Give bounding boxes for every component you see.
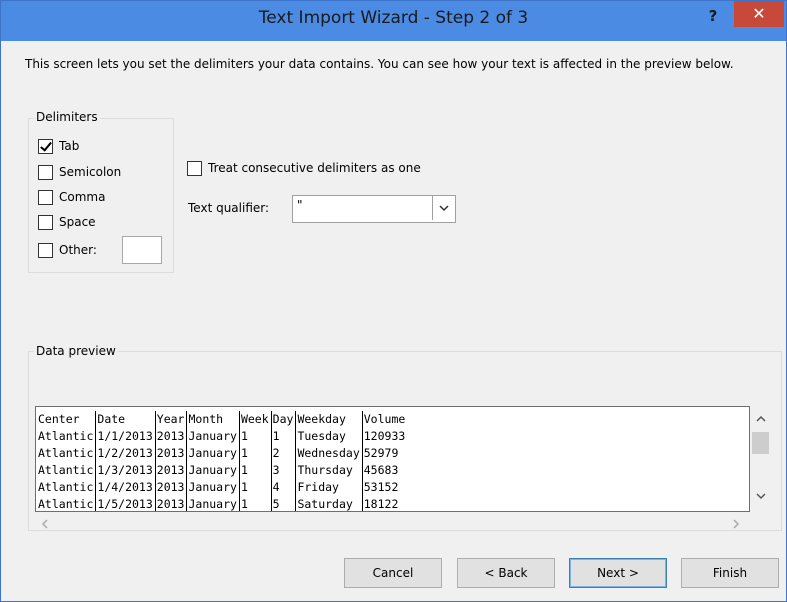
table-row: Atlantic 1/4/2013 2013 January 1 4 Friday 53152 xyxy=(37,479,408,496)
title-bar[interactable]: Text Import Wizard - Step 2 of 3 ? ✕ xyxy=(1,1,786,41)
table-cell: 1 xyxy=(238,479,272,496)
table-cell: 1 xyxy=(238,462,272,479)
table-cell: Atlantic xyxy=(38,446,94,460)
vertical-scroll-thumb[interactable] xyxy=(752,432,769,454)
table-row: Center Date Year Month Week Day Weekday Volume xyxy=(37,411,408,428)
table-cell: 2013 xyxy=(154,479,187,496)
table-cell: 2013 xyxy=(154,462,187,479)
table-cell: 5 xyxy=(270,496,296,511)
table-cell: January xyxy=(186,428,240,445)
table-cell: Week xyxy=(238,411,272,428)
semicolon-label: Semicolon xyxy=(59,165,122,179)
tab-label: Tab xyxy=(59,139,80,153)
space-checkbox[interactable] xyxy=(38,214,53,230)
semicolon-checkbox[interactable] xyxy=(38,164,53,180)
consecutive-label: Treat consecutive delimiters as one xyxy=(208,161,421,175)
tab-option[interactable]: Tab xyxy=(38,137,79,155)
close-button[interactable]: ✕ xyxy=(734,1,784,27)
table-cell: 1/2/2013 xyxy=(95,445,156,462)
space-option[interactable]: Space xyxy=(38,213,96,231)
table-cell: 2013 xyxy=(154,445,187,462)
tab-checkbox[interactable] xyxy=(38,138,53,154)
cancel-button[interactable]: Cancel xyxy=(344,558,442,588)
data-preview-group-label: Data preview xyxy=(34,344,118,358)
table-cell: 4 xyxy=(270,479,296,496)
table-cell: January xyxy=(186,462,240,479)
table-cell: January xyxy=(186,479,240,496)
back-button[interactable]: < Back xyxy=(457,558,555,588)
data-preview-grid[interactable]: Center Date Year Month Week Day Weekday Volume A… xyxy=(35,406,750,512)
table-cell: 1/4/2013 xyxy=(95,479,156,496)
text-qualifier-label: Text qualifier: xyxy=(188,201,270,215)
dialog-title: Text Import Wizard - Step 2 of 3 xyxy=(258,8,529,28)
delimiters-group-label: Delimiters xyxy=(34,110,100,124)
semicolon-option[interactable]: Semicolon xyxy=(38,163,121,181)
table-cell: 2013 xyxy=(154,496,187,511)
scroll-up-icon[interactable] xyxy=(750,412,771,425)
table-cell: January xyxy=(186,445,240,462)
other-checkbox[interactable] xyxy=(38,242,53,258)
text-qualifier-value: " xyxy=(297,198,303,212)
other-label: Other: xyxy=(59,243,97,257)
horizontal-scrollbar[interactable] xyxy=(35,512,748,534)
table-cell: 45683 xyxy=(361,462,408,479)
vertical-scrollbar[interactable] xyxy=(750,406,771,510)
table-cell: 1 xyxy=(238,428,272,445)
consecutive-option[interactable]: Treat consecutive delimiters as one xyxy=(187,159,421,177)
table-cell: Center xyxy=(38,412,80,426)
table-cell: Day xyxy=(270,411,296,428)
preview-table: Center Date Year Month Week Day Weekday Volume A… xyxy=(37,411,408,511)
table-row: Atlantic 1/5/2013 2013 January 1 5 Saturday 181… xyxy=(37,496,408,511)
table-cell: Atlantic xyxy=(38,429,94,443)
table-cell: Atlantic xyxy=(38,497,94,511)
scroll-left-icon[interactable] xyxy=(41,518,48,532)
table-cell: 1 xyxy=(270,428,296,445)
table-cell: 1/3/2013 xyxy=(95,462,156,479)
table-cell: Wednesday xyxy=(295,445,363,462)
table-cell: Volume xyxy=(361,411,408,428)
table-cell: Year xyxy=(154,411,187,428)
table-cell: Atlantic xyxy=(38,480,94,494)
table-cell: Month xyxy=(186,411,240,428)
table-cell: 1 xyxy=(238,496,272,511)
table-cell: 52979 xyxy=(361,445,408,462)
table-row: Atlantic 1/2/2013 2013 January 1 2 Wednesday 52… xyxy=(37,445,408,462)
table-cell: Friday xyxy=(295,479,363,496)
table-cell: 53152 xyxy=(361,479,408,496)
table-cell: Date xyxy=(95,411,156,428)
table-cell: Saturday xyxy=(295,496,363,511)
help-button[interactable]: ? xyxy=(701,6,725,28)
comma-label: Comma xyxy=(59,190,106,204)
table-cell: 2013 xyxy=(154,428,187,445)
table-cell: 1/1/2013 xyxy=(95,428,156,445)
table-cell: 18122 xyxy=(361,496,408,511)
finish-button[interactable]: Finish xyxy=(681,558,779,588)
text-import-wizard-dialog: Text Import Wizard - Step 2 of 3 ? ✕ Thi… xyxy=(0,0,787,602)
table-cell: Tuesday xyxy=(295,428,363,445)
table-cell: 3 xyxy=(270,462,296,479)
table-cell: 1/5/2013 xyxy=(95,496,156,511)
table-cell: 1 xyxy=(238,445,272,462)
table-cell: Atlantic xyxy=(38,463,94,477)
table-cell: Weekday xyxy=(295,411,363,428)
table-cell: Thursday xyxy=(295,462,363,479)
chevron-down-icon[interactable] xyxy=(432,196,455,220)
table-row: Atlantic 1/1/2013 2013 January 1 1 Tuesday 1209… xyxy=(37,428,408,445)
comma-option[interactable]: Comma xyxy=(38,188,105,206)
comma-checkbox[interactable] xyxy=(38,189,53,205)
consecutive-checkbox[interactable] xyxy=(187,160,202,176)
scroll-down-icon[interactable] xyxy=(750,490,771,503)
other-delimiter-input[interactable] xyxy=(122,236,162,264)
scroll-right-icon[interactable] xyxy=(733,518,740,532)
table-row: Atlantic 1/3/2013 2013 January 1 3 Thursday 456… xyxy=(37,462,408,479)
text-qualifier-select[interactable]: " xyxy=(292,195,456,223)
table-cell: 2 xyxy=(270,445,296,462)
other-option[interactable]: Other: xyxy=(38,241,97,259)
space-label: Space xyxy=(59,215,96,229)
intro-text: This screen lets you set the delimiters … xyxy=(25,57,734,71)
next-button[interactable]: Next > xyxy=(569,558,667,588)
table-cell: 120933 xyxy=(361,428,408,445)
table-cell: January xyxy=(186,496,240,511)
